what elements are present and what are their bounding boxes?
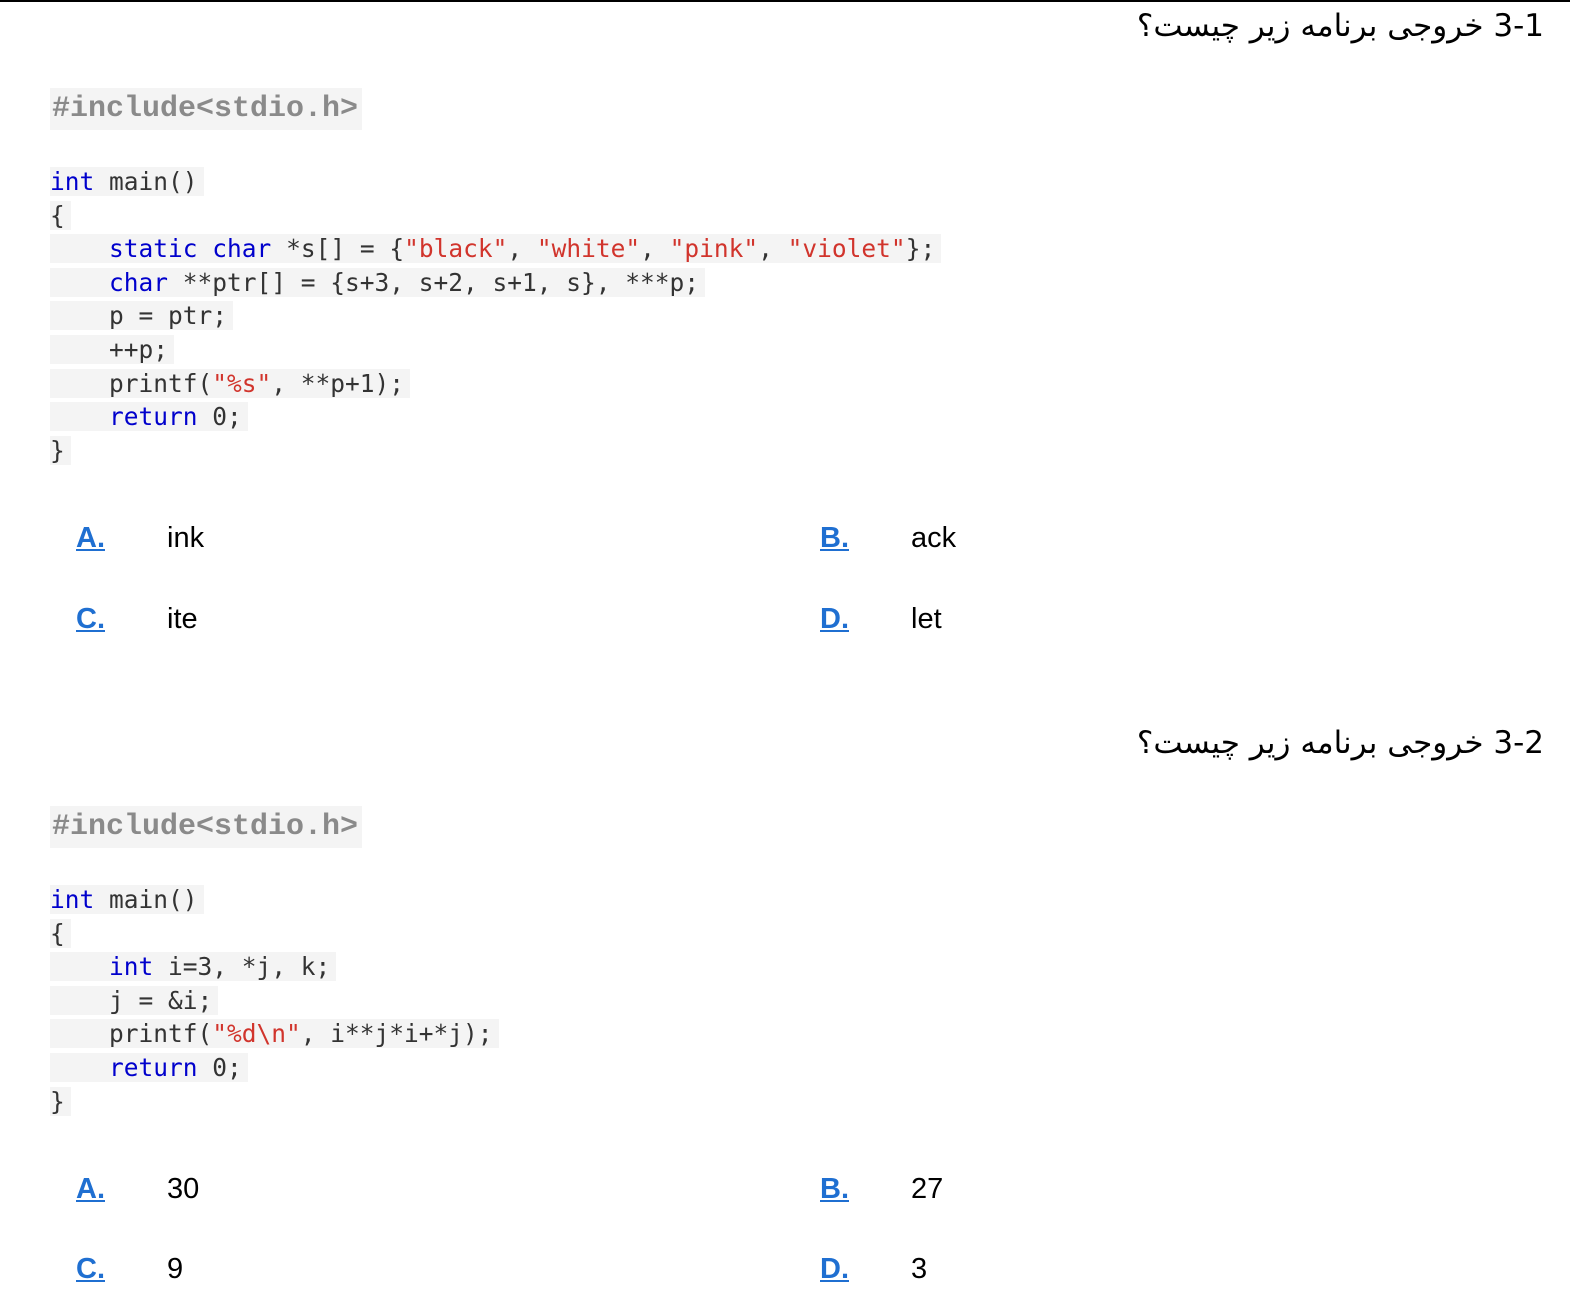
option-value: 3 (911, 1253, 928, 1285)
code-token: **ptr[] = {s+3, s+2, s+1, s}, ***p; (168, 267, 700, 297)
option-label[interactable]: B. (820, 518, 911, 558)
code-token: main() (94, 885, 198, 914)
question-2-title: 3-2 خروجی برنامه زیر چیست؟ (1136, 725, 1544, 761)
code-string: "pink" (669, 234, 759, 264)
code-string: "black" (404, 234, 508, 264)
option-label[interactable]: C. (76, 1249, 167, 1289)
question-1-include-line: #include<stdio.h> (50, 88, 363, 130)
question-1-title: 3-1 خروجی برنامه زیر چیست؟ (1136, 8, 1544, 44)
option-label[interactable]: A. (76, 1169, 167, 1209)
code-keyword: char (109, 267, 169, 297)
code-token: main() (94, 167, 198, 196)
question-2-option-b[interactable]: B. 27 (820, 1169, 943, 1209)
code-token: { (50, 918, 65, 948)
code-token: ++p; (50, 334, 169, 364)
code-keyword: return (109, 402, 198, 432)
option-value: 9 (167, 1253, 184, 1285)
code-line: p = ptr; (50, 299, 941, 333)
code-line: char **ptr[] = {s+3, s+2, s+1, s}, ***p; (50, 266, 941, 300)
question-1-option-b[interactable]: B. ack (820, 518, 956, 558)
code-token: , **p+1); (271, 368, 405, 398)
code-keyword: int (109, 952, 154, 982)
code-line: return 0; (50, 1051, 499, 1085)
code-token: } (50, 1086, 65, 1116)
code-token: , (507, 234, 537, 264)
code-line: int i=3, *j, k; (50, 950, 499, 984)
code-line: int main() (50, 165, 941, 199)
code-line: return 0; (50, 400, 941, 434)
question-2-code-block: int main(){ int i=3, *j, k; j = &i; prin… (50, 883, 499, 1118)
option-value: let (911, 603, 942, 635)
option-label[interactable]: C. (76, 599, 167, 639)
code-keyword: char (212, 234, 272, 264)
code-token: printf( (50, 368, 213, 398)
option-label[interactable]: B. (820, 1169, 911, 1209)
code-token: }; (905, 234, 936, 264)
question-2-option-a[interactable]: A. 30 (76, 1169, 199, 1209)
option-value: 27 (911, 1173, 944, 1205)
code-string: "white" (536, 234, 641, 264)
code-line: printf("%d\n", i**j*i+*j); (50, 1017, 499, 1051)
code-token: , i**j*i+*j); (300, 1019, 493, 1049)
code-line: } (50, 1085, 499, 1119)
code-token: j = &i; (50, 985, 213, 1015)
code-token: { (50, 200, 65, 230)
code-line: { (50, 917, 499, 951)
code-token: } (50, 435, 65, 465)
code-line: static char *s[] = {"black", "white", "p… (50, 232, 942, 266)
option-value: ite (167, 603, 198, 635)
code-line: j = &i; (50, 984, 499, 1018)
question-2-option-c[interactable]: C. 9 (76, 1249, 183, 1289)
option-value: 30 (167, 1173, 200, 1205)
code-line: { (50, 199, 941, 233)
option-label[interactable]: D. (820, 1249, 911, 1289)
question-1-option-d[interactable]: D. let (820, 599, 942, 639)
option-label[interactable]: A. (76, 518, 167, 558)
code-keyword: static (109, 234, 198, 264)
option-label[interactable]: D. (820, 599, 911, 639)
question-1-option-a[interactable]: A. ink (76, 518, 204, 558)
option-value: ack (911, 522, 957, 554)
question-2-option-d[interactable]: D. 3 (820, 1249, 927, 1289)
code-keyword: return (109, 1052, 198, 1082)
code-token: , (640, 234, 670, 264)
question-2-include-line: #include<stdio.h> (50, 806, 363, 848)
code-string: "%s" (212, 368, 272, 398)
code-token: printf( (50, 1019, 213, 1049)
code-line: printf("%s", **p+1); (50, 367, 941, 401)
code-token: 0; (197, 1052, 242, 1082)
code-keyword: int (50, 167, 95, 196)
code-keyword: int (50, 885, 95, 914)
top-border (0, 0, 1570, 2)
question-1-option-c[interactable]: C. ite (76, 599, 198, 639)
code-token: , (758, 234, 788, 264)
code-token: 0; (197, 402, 242, 432)
code-line: } (50, 434, 941, 468)
option-value: ink (167, 522, 205, 554)
code-string: "%d\n" (212, 1019, 301, 1049)
code-token: i=3, *j, k; (153, 952, 331, 982)
code-line: int main() (50, 883, 499, 917)
code-token: p = ptr; (50, 301, 228, 331)
code-string: "violet" (787, 234, 906, 264)
code-token: *s[] = { (271, 234, 405, 264)
code-line: ++p; (50, 333, 941, 367)
question-1-code-block: int main(){ static char *s[] = {"black",… (50, 165, 942, 468)
